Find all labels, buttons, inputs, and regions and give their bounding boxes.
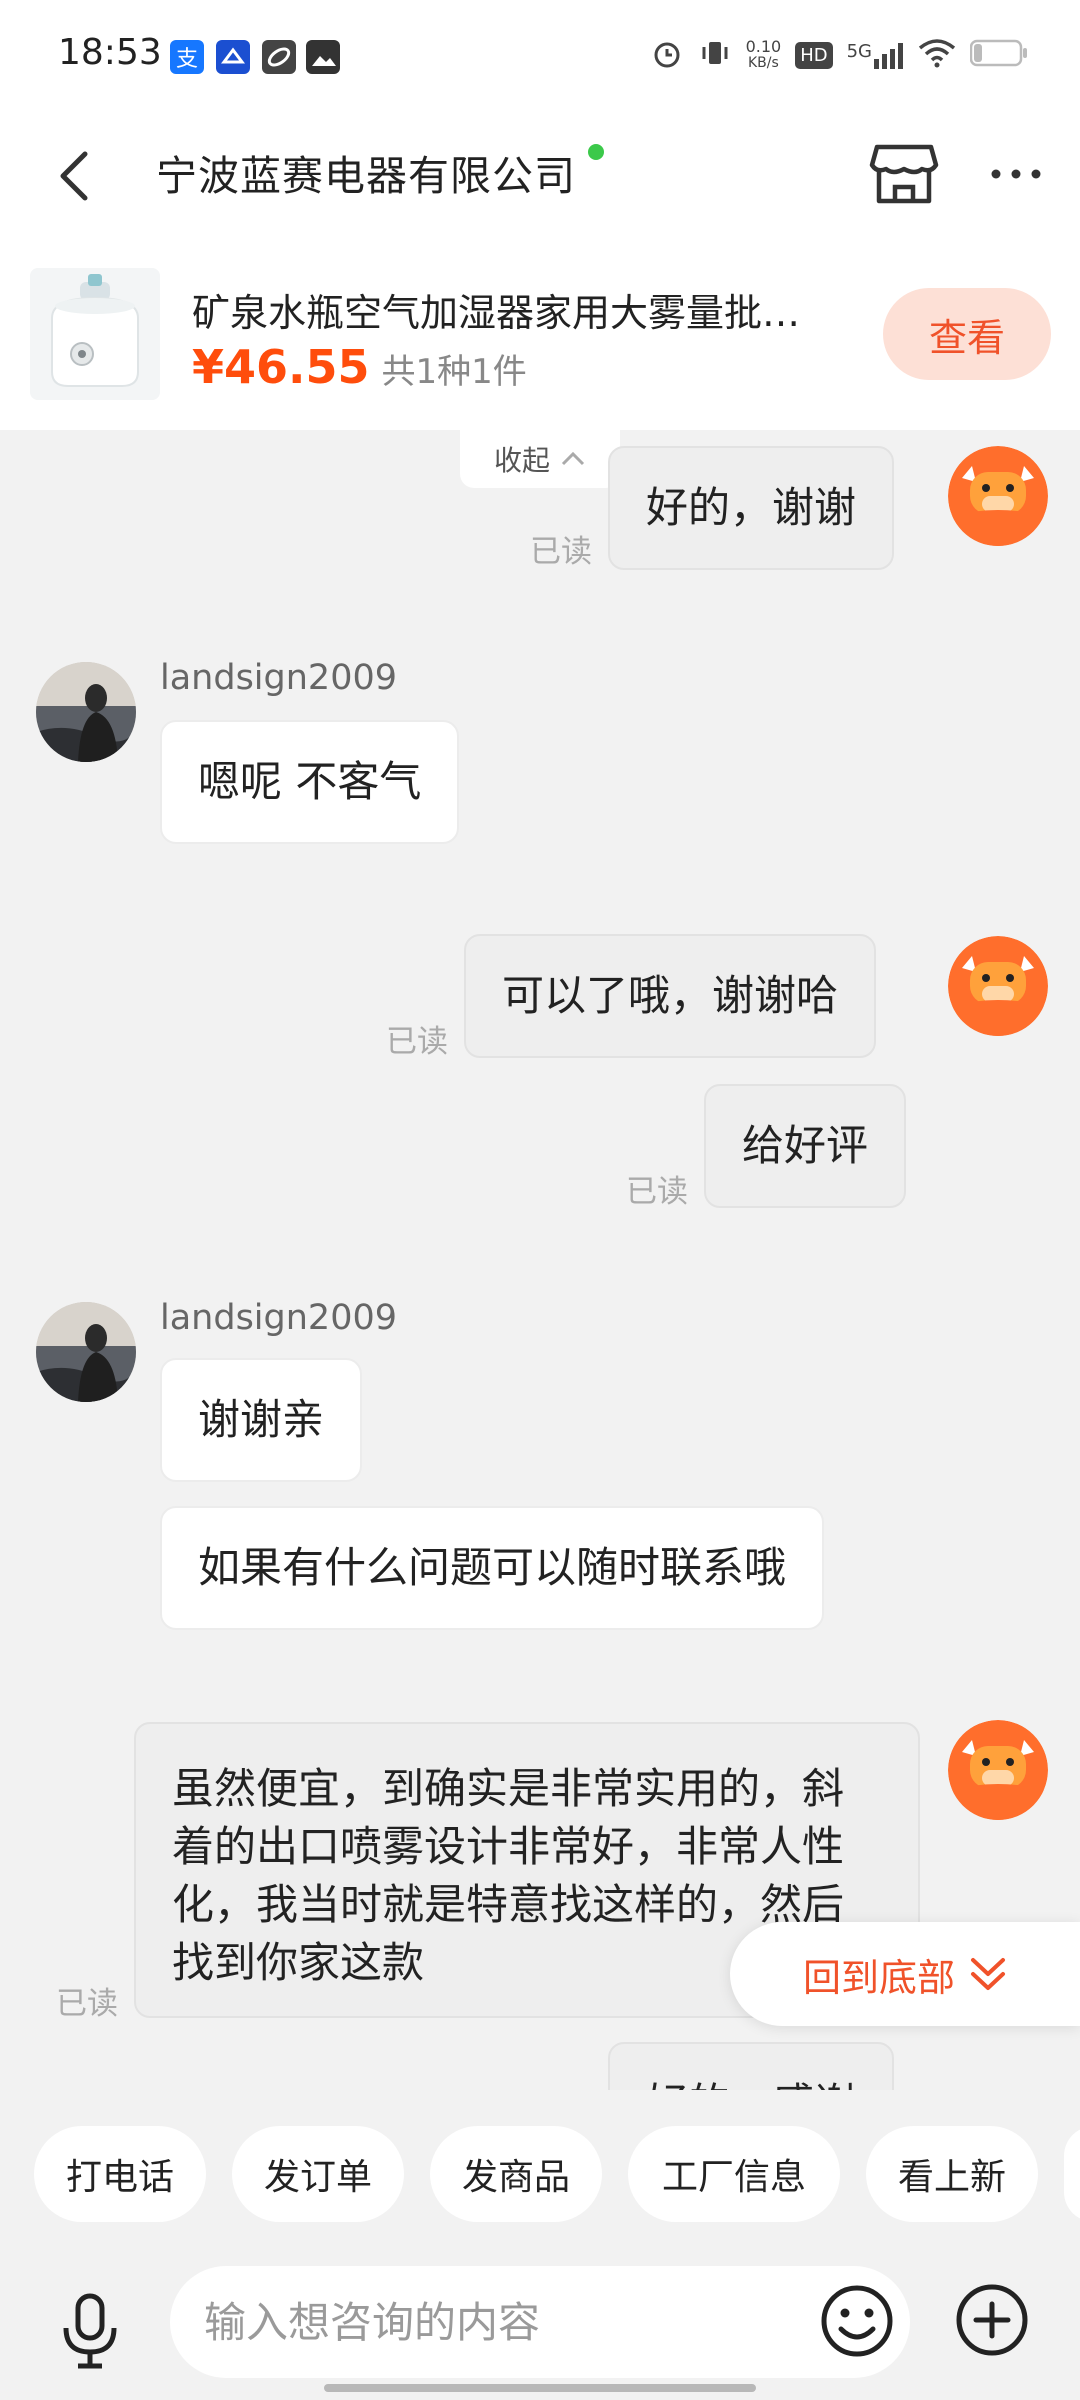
- message-bubble[interactable]: 给好评: [704, 1084, 907, 1208]
- back-button[interactable]: [40, 138, 110, 214]
- contact-avatar[interactable]: [36, 662, 136, 762]
- price-row: ¥46.55 共1种1件: [192, 340, 527, 394]
- message-input[interactable]: [170, 2266, 910, 2378]
- quick-action-factory-info[interactable]: 工厂信息: [628, 2126, 840, 2222]
- product-title: 矿泉水瓶空气加湿器家用大雾量批…: [192, 291, 801, 335]
- shop-title-wrap[interactable]: 宁波蓝赛电器有限公司: [156, 142, 604, 202]
- message-bubble[interactable]: 好的，感谢: [608, 2042, 895, 2090]
- home-indicator[interactable]: [324, 2384, 756, 2392]
- status-time: 18:53: [58, 32, 162, 73]
- sender-name: landsign2009: [160, 658, 398, 698]
- wifi-icon: [918, 38, 956, 72]
- my-avatar[interactable]: [948, 1720, 1048, 1820]
- input-bar: [0, 2230, 1080, 2400]
- plus-button[interactable]: [950, 2278, 1034, 2362]
- quick-action-send-order[interactable]: 发订单: [232, 2126, 404, 2222]
- message-bubble[interactable]: 好的，谢谢: [608, 446, 895, 570]
- vibrate-icon: [698, 36, 732, 74]
- quick-action-call[interactable]: 打电话: [34, 2126, 206, 2222]
- product-card[interactable]: 矿泉水瓶空气加湿器家用大雾量批… ¥46.55 共1种1件 查看: [0, 240, 1080, 430]
- chat-area[interactable]: 收起 好的，谢谢 已读 landsign2009 嗯呢 不客气 可以了哦，谢谢哈…: [0, 430, 1080, 2090]
- quick-action-more[interactable]: [1064, 2126, 1080, 2222]
- store-button[interactable]: [864, 132, 944, 216]
- quick-action-send-product[interactable]: 发商品: [430, 2126, 602, 2222]
- gallery-app-icon: [306, 40, 340, 74]
- back-to-bottom-button[interactable]: 回到底部: [730, 1922, 1080, 2026]
- collapse-button[interactable]: 收起: [460, 430, 620, 488]
- alipay-icon: 支: [170, 40, 204, 74]
- view-product-button[interactable]: 查看: [883, 288, 1051, 380]
- product-price: ¥46.55: [192, 340, 370, 394]
- net-speed-unit: KB/s: [747, 55, 779, 71]
- message-bubble[interactable]: 可以了哦，谢谢哈: [464, 934, 877, 1058]
- shop-title: 宁波蓝赛电器有限公司: [156, 152, 576, 200]
- message-bubble[interactable]: 嗯呢 不客气: [160, 720, 460, 844]
- my-avatar[interactable]: [948, 936, 1048, 1036]
- online-status-dot: [588, 144, 604, 160]
- battery-icon: [969, 38, 1028, 72]
- back-arrow-icon: [60, 151, 88, 201]
- chevron-up-icon: [561, 451, 585, 466]
- status-bar: 18:53 支 0.10 KB/s HD 5G: [0, 0, 1080, 112]
- microphone-icon: [63, 2293, 117, 2369]
- double-chevron-down-icon: [971, 1958, 1005, 1990]
- read-status: 已读: [56, 1986, 118, 2022]
- chat-header: 宁波蓝赛电器有限公司: [0, 112, 1080, 240]
- contact-avatar[interactable]: [36, 1302, 136, 1402]
- alarm-icon: [650, 36, 684, 74]
- voice-button[interactable]: [50, 2282, 130, 2382]
- signal-icon: 5G: [847, 41, 904, 69]
- app-icon: [216, 40, 250, 74]
- plus-icon: [956, 2284, 1028, 2356]
- back-to-bottom-label: 回到底部: [802, 1955, 955, 2000]
- hd-label: HD: [800, 44, 828, 66]
- sender-name: landsign2009: [160, 1298, 398, 1338]
- hd-badge: HD: [795, 41, 833, 69]
- emoji-button[interactable]: [816, 2280, 898, 2362]
- net-speed: 0.10 KB/s: [745, 37, 782, 72]
- emoji-icon: [821, 2285, 893, 2357]
- quick-action-new-arrivals[interactable]: 看上新: [866, 2126, 1038, 2222]
- read-status: 已读: [530, 534, 592, 570]
- network-label: 5G: [846, 41, 872, 62]
- more-dots-icon: [991, 169, 1041, 179]
- more-button[interactable]: [984, 132, 1048, 216]
- product-quantity: 共1种1件: [381, 352, 527, 392]
- net-speed-value: 0.10: [745, 37, 782, 56]
- store-icon: [869, 144, 939, 204]
- collapse-label: 收起: [493, 444, 550, 477]
- read-status: 已读: [626, 1174, 688, 1210]
- product-image: [30, 268, 160, 400]
- message-bubble[interactable]: 如果有什么问题可以随时联系哦: [160, 1506, 825, 1630]
- read-status: 已读: [386, 1024, 448, 1060]
- svg-text:支: 支: [176, 47, 198, 72]
- message-bubble[interactable]: 谢谢亲: [160, 1358, 363, 1482]
- my-avatar[interactable]: [948, 446, 1048, 546]
- link-app-icon: [262, 40, 296, 74]
